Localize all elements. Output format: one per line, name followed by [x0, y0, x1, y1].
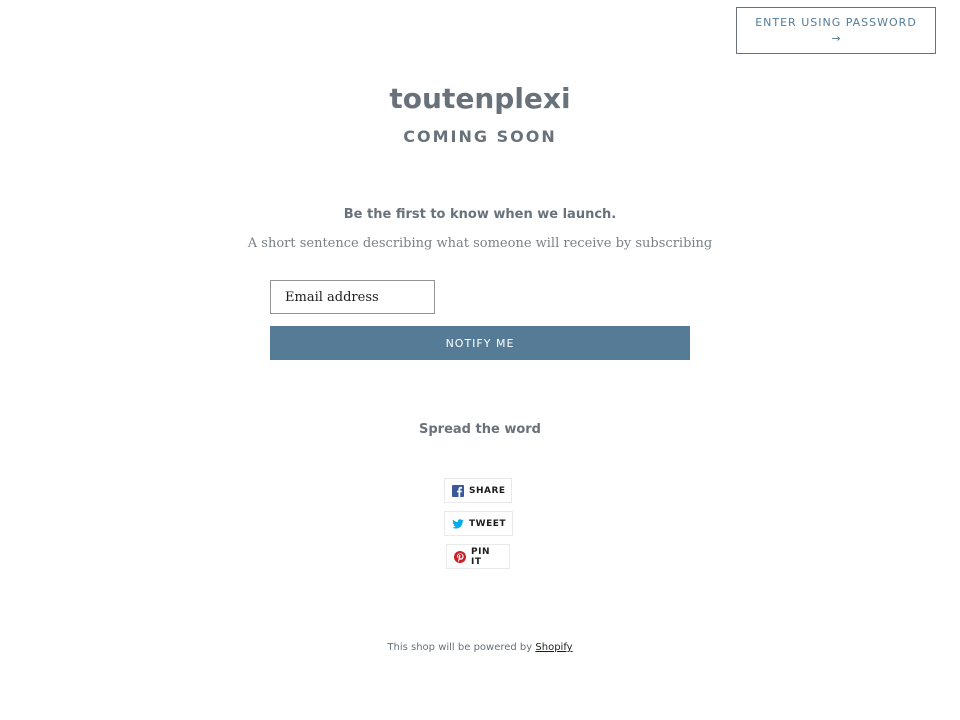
newsletter-description: A short sentence describing what someone… [247, 236, 713, 251]
powered-by-text: This shop will be powered by [387, 642, 533, 653]
twitter-icon [452, 518, 464, 530]
store-name: toutenplexi [389, 82, 571, 115]
share-facebook-button[interactable]: SHARE [444, 478, 512, 503]
email-input[interactable] [270, 280, 435, 314]
password-button-label: ENTER USING PASSWORD [755, 15, 917, 29]
powered-by-footer: This shop will be powered by Shopify [0, 641, 960, 655]
coming-soon-label: COMING SOON [403, 127, 557, 146]
newsletter-headline: Be the first to know when we launch. [343, 207, 617, 222]
enter-using-password-button[interactable]: ENTER USING PASSWORD → [736, 7, 936, 54]
share-twitter-label: TWEET [469, 518, 507, 529]
share-facebook-label: SHARE [469, 485, 506, 496]
arrow-right-icon: → [831, 31, 841, 45]
share-pinterest-button[interactable]: PIN IT [446, 544, 510, 569]
share-twitter-button[interactable]: TWEET [444, 511, 513, 536]
pinterest-icon [454, 550, 466, 563]
spread-the-word-heading: Spread the word [419, 422, 541, 437]
facebook-icon [452, 484, 464, 497]
share-pinterest-label: PIN IT [471, 546, 490, 567]
notify-me-button[interactable]: NOTIFY ME [270, 326, 690, 360]
shopify-link[interactable]: Shopify [535, 642, 572, 653]
